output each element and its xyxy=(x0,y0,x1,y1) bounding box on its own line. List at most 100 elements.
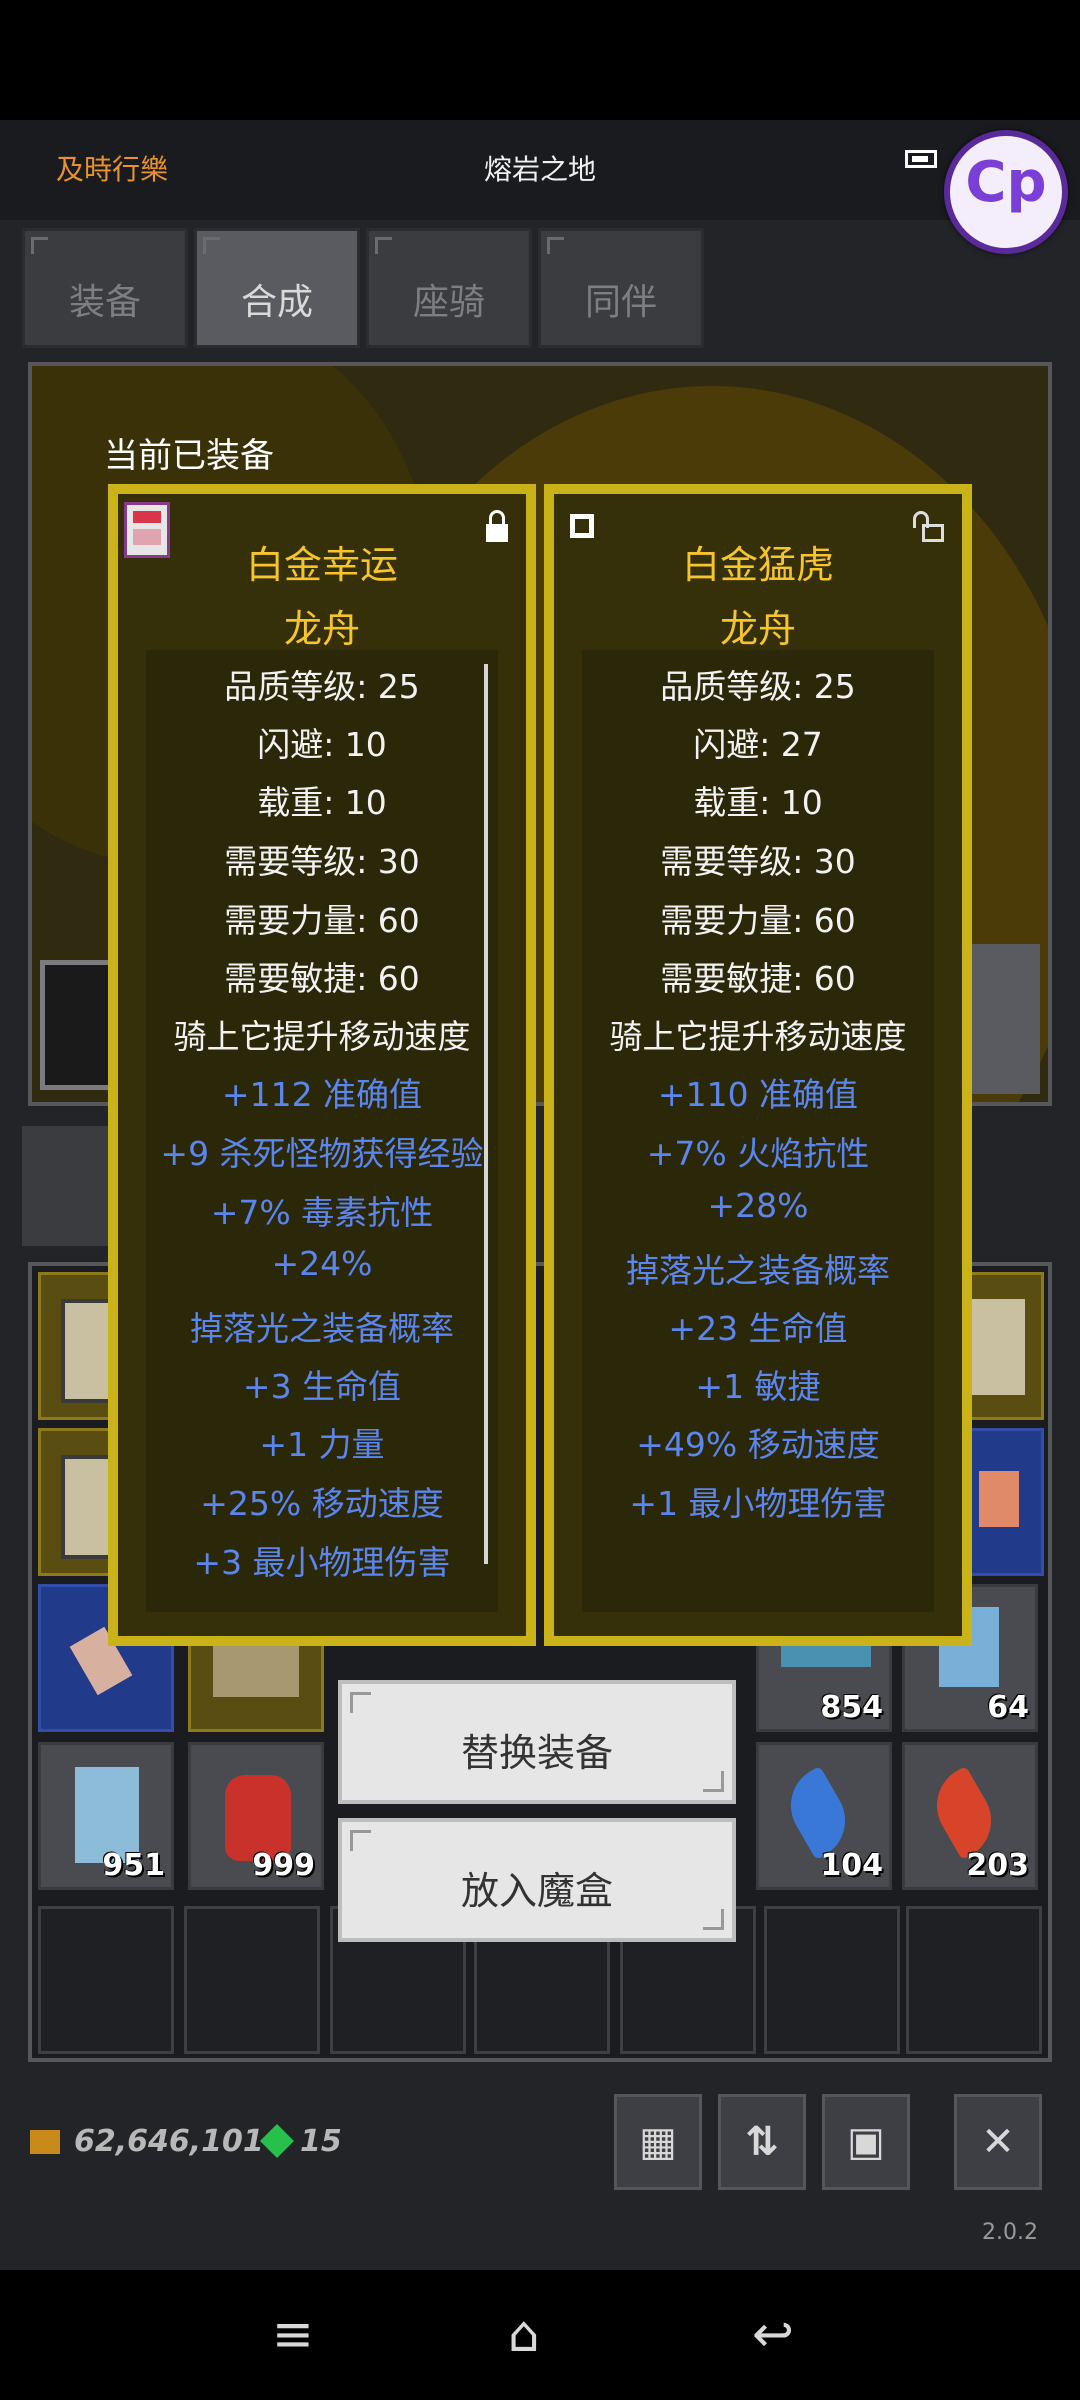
stat-line: 载重: 10 xyxy=(257,783,387,822)
lock-icon: ▣ xyxy=(847,2119,885,2165)
item-type: 龙舟 xyxy=(719,607,796,651)
tab-label: 装备 xyxy=(68,282,141,323)
battery-icon xyxy=(905,150,937,168)
grid-icon: ▦ xyxy=(639,2119,677,2165)
close-button[interactable]: ✕ xyxy=(954,2094,1042,2190)
inventory-slot[interactable]: 999 xyxy=(188,1742,324,1890)
overlay-logo-button[interactable]: Cp xyxy=(944,130,1068,254)
logo-text: Cp xyxy=(965,150,1047,215)
gold-amount: 62,646,101 xyxy=(74,2124,264,2159)
inventory-slot[interactable]: 951 xyxy=(38,1742,174,1890)
sort-icon: ⇅ xyxy=(745,2119,779,2165)
put-in-magic-box-button[interactable]: 放入魔盒 xyxy=(338,1818,736,1942)
tab-corner xyxy=(203,237,220,254)
stat-line: 需要力量: 60 xyxy=(660,901,856,940)
button-corner xyxy=(350,1692,371,1713)
gold-icon xyxy=(30,2130,60,2154)
bonus-stat: +1 力量 xyxy=(259,1425,385,1464)
bonus-stat: +49% 移动速度 xyxy=(636,1425,880,1464)
item-count: 203 xyxy=(966,1848,1029,1883)
inventory-slot[interactable]: 104 xyxy=(756,1742,892,1890)
tab-craft[interactable]: 合成 xyxy=(194,228,360,348)
tab-label: 同伴 xyxy=(584,282,657,323)
gem-amount: 15 xyxy=(300,2124,342,2159)
stat-line: 需要等级: 30 xyxy=(660,842,856,881)
bonus-stat: +110 准确值 xyxy=(657,1075,859,1114)
stat-line: 需要等级: 30 xyxy=(224,842,420,881)
button-corner xyxy=(350,1830,371,1851)
stat-line: 骑上它提升移动速度 xyxy=(609,1017,907,1056)
grid-view-button[interactable]: ▦ xyxy=(614,2094,702,2190)
panel-body: 白金猛虎 龙舟 品质等级: 25 闪避: 27 载重: 10 需要等级: 30 … xyxy=(550,490,966,1640)
inventory-slot-empty[interactable] xyxy=(906,1906,1042,2054)
sort-button[interactable]: ⇅ xyxy=(718,2094,806,2190)
bonus-stat: +1 敏捷 xyxy=(695,1367,821,1406)
bonus-stat: +9 杀死怪物获得经验 xyxy=(160,1134,484,1173)
tab-mount[interactable]: 座骑 xyxy=(366,228,532,348)
tab-bag[interactable] xyxy=(22,1126,112,1246)
bonus-stat: +3 最小物理伤害 xyxy=(193,1543,451,1582)
button-label: 放入魔盒 xyxy=(460,1869,613,1913)
bonus-stat: +25% 移动速度 xyxy=(200,1484,444,1523)
blue-feather-icon xyxy=(776,1765,860,1861)
tab-label: 合成 xyxy=(240,282,313,323)
stat-line: 闪避: 27 xyxy=(693,725,823,764)
stat-list: 品质等级: 25 闪避: 10 载重: 10 需要等级: 30 需要力量: 60… xyxy=(146,650,498,1612)
close-icon: ✕ xyxy=(981,2119,1015,2165)
bonus-stat: +24% xyxy=(271,1244,373,1283)
bonus-stat: 掉落光之装备概率 xyxy=(626,1251,890,1290)
stat-line: 需要力量: 60 xyxy=(224,901,420,940)
armor-icon xyxy=(965,1299,1025,1395)
equipped-item-panel: 白金幸运 龙舟 品质等级: 25 闪避: 10 载重: 10 需要等级: 30 … xyxy=(108,484,536,1646)
item-name: 白金猛虎 xyxy=(681,543,834,587)
item-count: 951 xyxy=(102,1848,165,1883)
tab-corner xyxy=(375,237,392,254)
tab-companion[interactable]: 同伴 xyxy=(538,228,704,348)
bonus-stat: +3 生命值 xyxy=(242,1367,402,1406)
inventory-slot-empty[interactable] xyxy=(184,1906,320,2054)
inventory-slot[interactable]: 203 xyxy=(902,1742,1038,1890)
item-type: 龙舟 xyxy=(283,607,360,651)
bonus-stat: +28% xyxy=(707,1186,809,1225)
inventory-slot-empty[interactable] xyxy=(38,1906,174,2054)
home-icon[interactable]: ⌂ xyxy=(508,2305,540,2363)
item-count: 104 xyxy=(820,1848,883,1883)
stat-line: 需要敏捷: 60 xyxy=(660,959,856,998)
version-label: 2.0.2 xyxy=(982,2220,1038,2245)
side-slot[interactable] xyxy=(968,944,1040,1094)
item-count: 854 xyxy=(820,1690,883,1725)
stat-list: 品质等级: 25 闪避: 27 载重: 10 需要等级: 30 需要力量: 60… xyxy=(582,650,934,1612)
panel-body: 白金幸运 龙舟 品质等级: 25 闪避: 10 载重: 10 需要等级: 30 … xyxy=(114,490,530,1640)
stat-line: 品质等级: 25 xyxy=(224,667,420,706)
stat-line: 载重: 10 xyxy=(693,783,823,822)
stat-line: 骑上它提升移动速度 xyxy=(173,1017,471,1056)
inventory-slot-empty[interactable] xyxy=(764,1906,900,2054)
system-nav-bar xyxy=(0,2270,1080,2400)
bonus-stat: +7% 火焰抗性 xyxy=(646,1134,870,1173)
tab-corner xyxy=(31,237,48,254)
bonus-stat: +23 生命值 xyxy=(668,1309,848,1348)
replace-equipment-button[interactable]: 替换装备 xyxy=(338,1680,736,1804)
status-bar xyxy=(0,0,1080,120)
item-count: 64 xyxy=(987,1690,1029,1725)
bonus-stat: +7% 毒素抗性 xyxy=(210,1193,434,1232)
stat-line: 闪避: 10 xyxy=(257,725,387,764)
back-icon[interactable]: ↩ xyxy=(752,2305,794,2363)
equipped-label: 当前已装备 xyxy=(104,436,274,476)
bonus-stat: +1 最小物理伤害 xyxy=(629,1484,887,1523)
item-name: 白金幸运 xyxy=(245,543,398,587)
button-label: 替换装备 xyxy=(460,1731,613,1775)
stat-line: 需要敏捷: 60 xyxy=(224,959,420,998)
compare-item-panel: 白金猛虎 龙舟 品质等级: 25 闪避: 27 载重: 10 需要等级: 30 … xyxy=(544,484,972,1646)
claw-icon xyxy=(979,1471,1019,1527)
bonus-stat: +112 准确值 xyxy=(221,1075,423,1114)
tab-corner xyxy=(547,237,564,254)
red-feather-icon xyxy=(922,1765,1006,1861)
tab-equipment[interactable]: 装备 xyxy=(22,228,188,348)
tab-label: 座骑 xyxy=(412,282,485,323)
stat-line: 品质等级: 25 xyxy=(660,667,856,706)
lock-mode-button[interactable]: ▣ xyxy=(822,2094,910,2190)
bonus-stat: 掉落光之装备概率 xyxy=(190,1309,454,1348)
item-count: 999 xyxy=(252,1848,315,1883)
menu-icon[interactable]: ≡ xyxy=(272,2305,314,2363)
